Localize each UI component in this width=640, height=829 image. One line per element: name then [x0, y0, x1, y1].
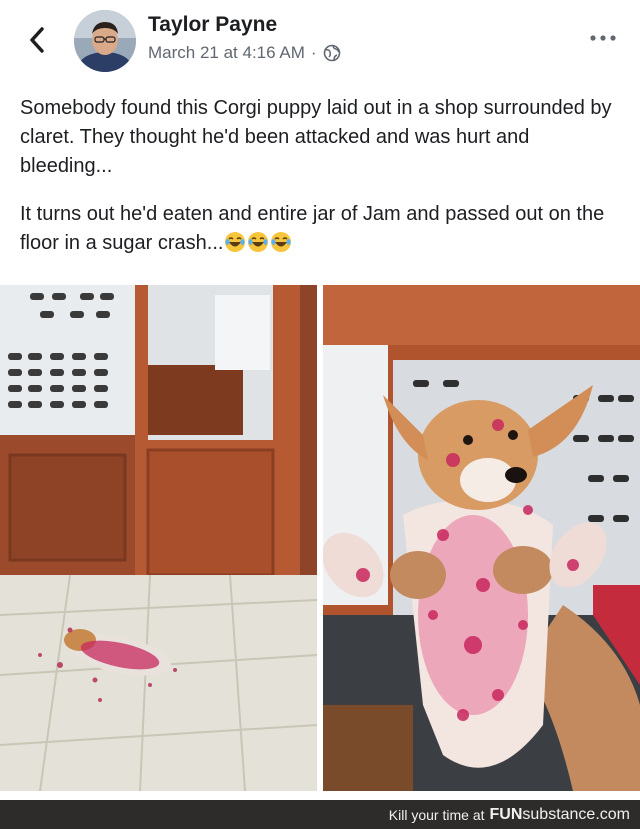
post-header: Taylor Payne March 21 at 4:16 AM · — [0, 0, 640, 80]
globe-icon — [323, 44, 340, 62]
laughing-tears-emoji-icon — [225, 232, 246, 252]
puppy-on-floor-photo[interactable] — [0, 285, 317, 791]
post-paragraph: Somebody found this Corgi puppy laid out… — [20, 97, 612, 177]
footer-caption: Kill your time at — [388, 806, 485, 823]
footer-brand-rest: substance.com — [522, 805, 630, 823]
post-meta: March 21 at 4:16 AM · — [148, 43, 341, 63]
watermark-footer: Kill your time at FUNsubstance.com — [0, 800, 640, 829]
post-timestamp[interactable]: March 21 at 4:16 AM — [148, 43, 305, 63]
laughing-tears-emoji-icon — [248, 232, 269, 252]
post-paragraph: It turns out he'd eaten and entire jar o… — [20, 203, 605, 254]
more-options-icon — [590, 35, 616, 41]
back-arrow-icon — [30, 27, 44, 53]
author-name[interactable]: Taylor Payne — [148, 13, 277, 37]
post-paragraph-with-emoji: It turns out he'd eaten and entire jar o… — [20, 200, 625, 258]
meta-separator: · — [310, 43, 317, 62]
laughing-tears-emoji-icon — [271, 232, 292, 252]
puppy-held-up-photo[interactable] — [323, 285, 640, 791]
back-button[interactable] — [22, 22, 52, 58]
footer-brand[interactable]: FUNsubstance.com — [490, 806, 631, 824]
footer-brand-bold: FUN — [489, 805, 523, 823]
more-options-button[interactable] — [588, 28, 618, 48]
avatar[interactable] — [74, 10, 136, 72]
post-body: Somebody found this Corgi puppy laid out… — [20, 94, 625, 277]
